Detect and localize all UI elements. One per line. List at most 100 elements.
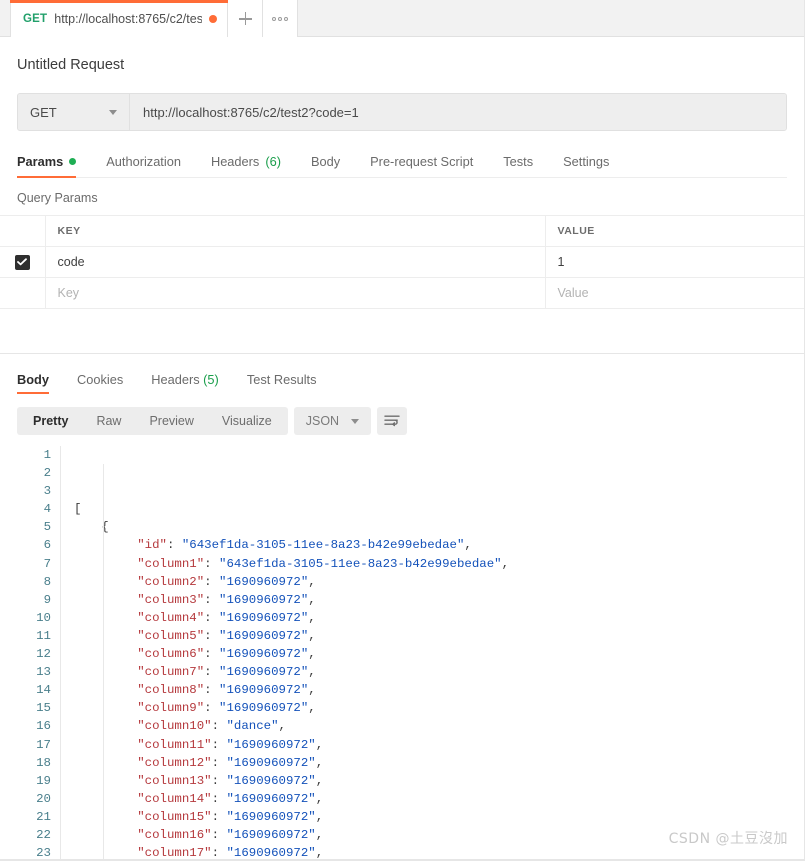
format-select-value: JSON [305,414,340,428]
line-number: 6 [43,538,51,553]
empty-row-checkbox-cell [0,277,46,309]
chevron-down-icon [351,418,360,424]
tab-title-label: http://localhost:8765/c2/test2?c... [54,11,203,26]
code-line: "column4": "1690960972", [137,610,316,625]
query-params-table: KEY VALUE code 1 Key Value [0,215,804,309]
tab-tests[interactable]: Tests [503,154,547,177]
empty-param-value-input[interactable]: Value [545,277,804,309]
code-line: "column11": "1690960972", [137,737,324,752]
pane-splitter[interactable] [0,353,804,354]
tab-settings[interactable]: Settings [563,154,623,177]
param-enabled-checkbox[interactable] [14,254,30,270]
tab-tests-label: Tests [503,154,534,169]
table-row-empty: Key Value [0,277,804,309]
header-key: KEY [45,215,546,247]
tab-params-label: Params [17,154,64,169]
view-mode-visualize[interactable]: Visualize [208,407,286,435]
line-number: 11 [36,628,51,643]
line-number: 18 [36,755,51,770]
wrap-lines-button[interactable] [377,407,408,435]
line-number: 7 [43,556,51,571]
line-number: 2 [43,466,51,481]
line-number: 17 [36,737,51,752]
line-number: 13 [36,665,51,680]
response-tab-headers-count: (5) [203,372,219,387]
code-line: "column9": "1690960972", [137,701,316,716]
json-code[interactable]: [{"id": "643ef1da-3105-11ee-8a23-b42e99e… [60,446,804,860]
line-number: 20 [36,791,51,806]
code-line: "column8": "1690960972", [137,683,316,698]
request-tab[interactable]: GET http://localhost:8765/c2/test2?c... [10,0,229,37]
code-line: "column1": "643ef1da-3105-11ee-8a23-b42e… [137,556,510,571]
header-checkbox-cell [0,215,46,247]
word-wrap-icon [384,415,400,427]
url-bar: GET http://localhost:8765/c2/test2?code=… [17,93,787,131]
tab-authorization[interactable]: Authorization [106,154,195,177]
code-line: "column3": "1690960972", [137,592,316,607]
indent-guide [103,464,104,860]
view-mode-pretty[interactable]: Pretty [19,407,82,435]
table-row: code 1 [0,246,804,278]
view-mode-preview[interactable]: Preview [135,407,207,435]
new-tab-button[interactable] [228,0,264,37]
tab-headers[interactable]: Headers (6) [211,154,295,177]
url-input[interactable]: http://localhost:8765/c2/test2?code=1 [130,94,786,130]
bottom-border [0,859,804,860]
request-title: Untitled Request [17,57,125,73]
format-select[interactable]: JSON [293,407,372,435]
response-tab-bar: Body Cookies Headers (5) Test Results [17,368,787,394]
line-number: 10 [36,610,51,625]
params-active-dot-icon [69,158,77,165]
response-body-viewer[interactable]: 1 2 3 4 5 6 7 8 9 10 11 12 13 14 15 16 17 18 19 20 21 22 23 [{… [0,446,804,860]
tab-method-label: GET [23,12,48,25]
line-number: 4 [43,502,51,517]
response-tab-cookies-label: Cookies [77,372,124,387]
code-line: "column10": "dance", [137,719,286,734]
response-tab-headers-label: Headers [151,372,200,387]
response-tab-test-results-label: Test Results [246,372,317,387]
line-number: 12 [36,647,51,662]
plus-icon [238,12,252,25]
tab-settings-label: Settings [563,154,610,169]
code-line: "column5": "1690960972", [137,628,316,643]
code-line: "column7": "1690960972", [137,665,316,680]
view-mode-group: Pretty Raw Preview Visualize [17,407,288,435]
view-mode-raw[interactable]: Raw [82,407,135,435]
empty-param-key-input[interactable]: Key [45,277,546,309]
response-tab-cookies[interactable]: Cookies [77,372,123,394]
tab-body[interactable]: Body [311,154,354,177]
tab-options-button[interactable] [263,0,299,37]
response-tab-body-label: Body [17,372,49,387]
line-number: 1 [43,448,51,462]
http-method-value: GET [30,104,57,120]
code-line: "column6": "1690960972", [137,647,316,662]
line-number: 15 [36,701,51,716]
check-icon [17,258,28,266]
unsaved-dot-icon [209,14,218,23]
code-line: "column15": "1690960972", [137,809,324,824]
chevron-down-icon [109,109,117,115]
line-number: 21 [36,809,51,824]
line-number: 16 [36,719,51,734]
response-tab-test-results[interactable]: Test Results [247,372,317,394]
row-checkbox-cell [0,246,46,278]
code-line: "id": "643ef1da-3105-11ee-8a23-b42e99ebe… [137,538,472,553]
param-value-cell[interactable]: 1 [545,246,804,278]
line-number: 5 [43,520,51,535]
code-line: { [101,520,109,535]
line-number: 14 [36,683,51,698]
response-body-toolbar: Pretty Raw Preview Visualize JSON [17,407,804,435]
response-tab-headers[interactable]: Headers (5) [151,372,219,394]
tab-pre-request-script[interactable]: Pre-request Script [370,154,487,177]
header-value: VALUE [545,215,804,247]
line-number: 8 [43,574,51,589]
code-line: "column14": "1690960972", [137,791,324,806]
response-tab-body[interactable]: Body [17,372,49,394]
line-number: 22 [36,827,51,842]
request-tab-bar: Params Authorization Headers (6) Body Pr… [17,150,787,178]
tab-headers-count: (6) [265,154,281,169]
param-key-cell[interactable]: code [45,246,546,278]
tab-params[interactable]: Params [17,154,90,178]
http-method-select[interactable]: GET [18,94,130,130]
tab-body-label: Body [310,154,341,169]
